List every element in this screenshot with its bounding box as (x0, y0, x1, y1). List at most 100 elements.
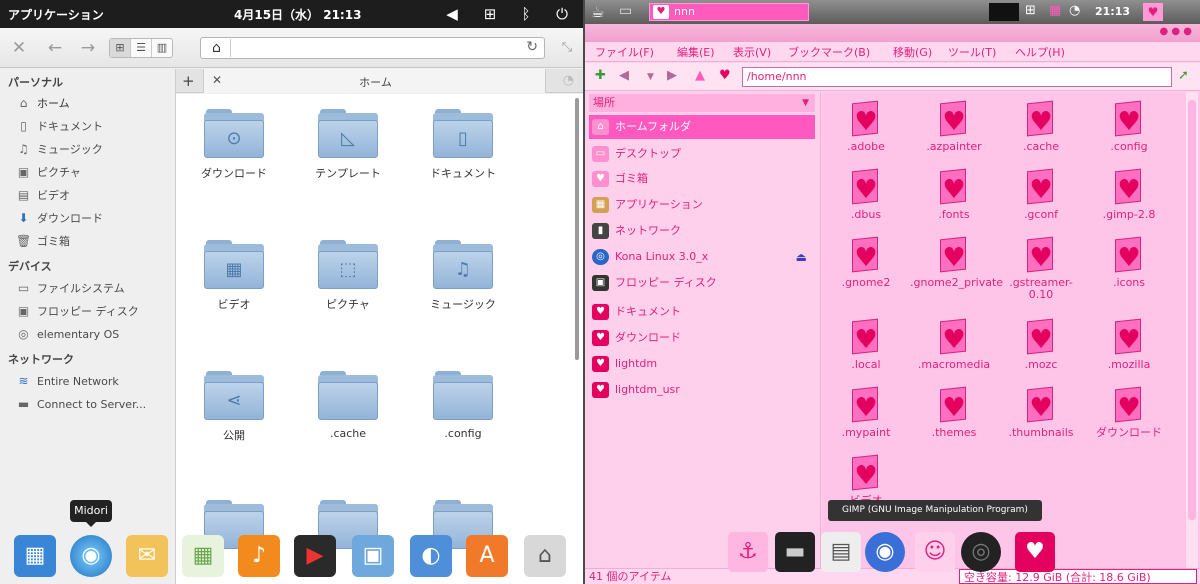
settings-icon[interactable]: ◐ (410, 535, 452, 577)
folder-item[interactable]: ♥ .gnome2 (822, 236, 910, 289)
place-downloads[interactable]: ♥ ダウンロード (589, 326, 815, 350)
back-icon[interactable]: ◀ (619, 68, 629, 83)
sidebar-item-home[interactable]: ⌂ ホーム (0, 93, 176, 114)
folder-item[interactable]: ♥ ダウンロード (1085, 386, 1173, 439)
folder-item[interactable]: ♥ .cache (997, 100, 1085, 153)
new-tab-icon[interactable]: ✚ (595, 68, 606, 83)
location-bar[interactable]: ⌂ ↻ (200, 37, 545, 59)
reload-icon[interactable]: ↻ (526, 39, 538, 55)
home-icon[interactable]: ⌂ (203, 39, 231, 57)
photos-icon[interactable]: ▣ (352, 535, 394, 577)
folder-item[interactable]: ♥ .config (1085, 100, 1173, 153)
folder-item[interactable]: ♥ .gimp-2.8 (1085, 168, 1173, 221)
sidebar-item-entire-network[interactable]: ≋ Entire Network (0, 371, 176, 392)
folder-item[interactable]: ⬚ ピクチャ (293, 240, 403, 312)
heart-launcher-icon[interactable]: ♥ (1143, 3, 1163, 21)
folder-item[interactable]: ♥ .icons (1085, 236, 1173, 289)
sidebar-item-floppy[interactable]: ▣ フロッピー ディスク (0, 301, 176, 322)
folder-item[interactable]: ♫ ミュージック (408, 240, 518, 312)
column-view-button[interactable]: ▥ (152, 39, 172, 57)
folder-item[interactable]: ♥ .mozc (997, 318, 1085, 371)
place-lightdm-usr[interactable]: ♥ lightdm_usr (589, 378, 815, 402)
scrollbar[interactable] (575, 98, 579, 360)
history-dropdown-icon[interactable]: ▼ (647, 72, 654, 82)
menu-edit[interactable]: 編集(E) (677, 44, 715, 60)
back-icon[interactable]: ← (44, 38, 66, 58)
multitasking-icon[interactable]: ▦ (14, 535, 56, 577)
eject-icon[interactable]: ⏏ (796, 245, 807, 269)
new-tab-icon[interactable]: + (182, 72, 195, 90)
restore-window-icon[interactable]: ⤡ (556, 38, 578, 58)
folder-item[interactable]: .cache (293, 371, 403, 440)
folder-item[interactable]: ♥ .gconf (997, 168, 1085, 221)
folder-item[interactable]: ◺ テンプレート (293, 109, 403, 181)
close-window-icon[interactable]: ✕ (8, 38, 30, 58)
folder-item[interactable]: ⊙ ダウンロード (179, 109, 289, 181)
folder-item[interactable]: ♥ .gnome2_private (910, 236, 1003, 289)
power-icon[interactable]: ⏻ (552, 4, 572, 24)
app-center-icon[interactable]: A (466, 535, 508, 577)
browser-icon[interactable]: ◉ (865, 532, 905, 572)
sidebar-item-pictures[interactable]: ▣ ピクチャ (0, 162, 176, 183)
window-controls-icon[interactable]: ● ● ● (1159, 26, 1192, 37)
place-floppy[interactable]: ▣ フロッピー ディスク (589, 271, 815, 295)
go-icon[interactable]: ➚ (1178, 68, 1189, 83)
folder-item[interactable]: ♥ .adobe (822, 100, 910, 153)
scrollbar[interactable] (1186, 92, 1198, 568)
anchor-icon[interactable]: ⚓ (728, 532, 768, 572)
folder-item[interactable]: .config (408, 371, 518, 440)
menu-file[interactable]: ファイル(F) (595, 44, 654, 60)
place-desktop[interactable]: ▭ デスクトップ (589, 142, 815, 166)
mail-icon[interactable]: ✉ (126, 535, 168, 577)
menu-go[interactable]: 移動(G) (893, 44, 932, 60)
menu-bookmarks[interactable]: ブックマーク(B) (788, 44, 870, 60)
place-trash[interactable]: ♥ ゴミ箱 (589, 167, 815, 191)
sidebar-item-elementary-os[interactable]: ◎ elementary OS (0, 324, 176, 345)
menu-view[interactable]: 表示(V) (733, 44, 771, 60)
folder-item[interactable]: ♥ .gstreamer-0.10 (997, 236, 1085, 301)
folder-item[interactable]: ♥ .local (822, 318, 910, 371)
folder-item[interactable]: ♥ .mypaint (822, 386, 910, 439)
teacup-icon[interactable]: ☕ (591, 3, 613, 21)
heart-app-icon[interactable]: ♥ (1015, 532, 1055, 572)
taskbar-clock[interactable]: 21:13 (1095, 5, 1130, 18)
music-player-icon[interactable]: ♪ (238, 535, 280, 577)
folder-item[interactable]: ▦ ビデオ (179, 240, 289, 312)
midori-browser-icon[interactable]: ◉ (70, 535, 112, 577)
speaker-icon[interactable]: ◎ (961, 532, 1001, 572)
files-icon[interactable]: ⌂ (524, 535, 566, 577)
folder-item[interactable]: ♥ .themes (910, 386, 998, 439)
files-icon[interactable]: ▤ (821, 532, 861, 572)
list-view-button[interactable]: ☰ (131, 39, 152, 57)
place-applications[interactable]: ▦ アプリケーション (589, 193, 815, 217)
monitor-icon[interactable]: ▬ (775, 532, 815, 572)
place-lightdm[interactable]: ♥ lightdm (589, 352, 815, 376)
folder-item[interactable]: ▯ ドキュメント (408, 109, 518, 181)
grid-view-button[interactable]: ⊞ (110, 39, 131, 57)
place-home[interactable]: ⌂ ホームフォルダ (589, 115, 815, 139)
sidebar-item-trash[interactable]: 🗑 ゴミ箱 (0, 231, 176, 252)
network-icon[interactable]: ⊞ (480, 4, 500, 24)
location-field[interactable]: /home/nnn (742, 67, 1172, 87)
taskbar-window-button[interactable]: ♥ nnn (649, 3, 809, 21)
tab-home[interactable]: ✕ ホーム (203, 69, 546, 93)
folder-item[interactable]: ♥ .mozilla (1085, 318, 1173, 371)
network-icon[interactable]: ⊞ (1025, 3, 1045, 21)
tab-history-icon[interactable]: ◔ (563, 73, 574, 88)
folder-item[interactable]: ♥ .azpainter (910, 100, 998, 153)
home-icon[interactable]: ♥ (719, 68, 731, 83)
forward-icon[interactable]: → (77, 38, 99, 58)
places-header[interactable]: 場所 ▼ (589, 94, 815, 112)
sidebar-item-music[interactable]: ♫ ミュージック (0, 139, 176, 160)
folder-item[interactable]: ♥ .thumbnails (997, 386, 1085, 439)
calendar-icon[interactable]: ▦ (182, 535, 224, 577)
folder-item[interactable]: ⋖ 公開 (179, 371, 289, 443)
show-desktop-icon[interactable]: ▭ (619, 3, 641, 21)
place-kona-linux[interactable]: ◎ Kona Linux 3.0_x ⏏ (589, 245, 815, 269)
panel-clock[interactable]: 4月15日（水） 21:13 (234, 6, 361, 23)
applications-menu[interactable]: アプリケーション (8, 6, 104, 23)
sidebar-item-videos[interactable]: ▤ ビデオ (0, 185, 176, 206)
sidebar-item-connect-server[interactable]: ▬ Connect to Server... (0, 394, 176, 415)
place-documents[interactable]: ♥ ドキュメント (589, 300, 815, 324)
menu-tools[interactable]: ツール(T) (948, 44, 996, 60)
